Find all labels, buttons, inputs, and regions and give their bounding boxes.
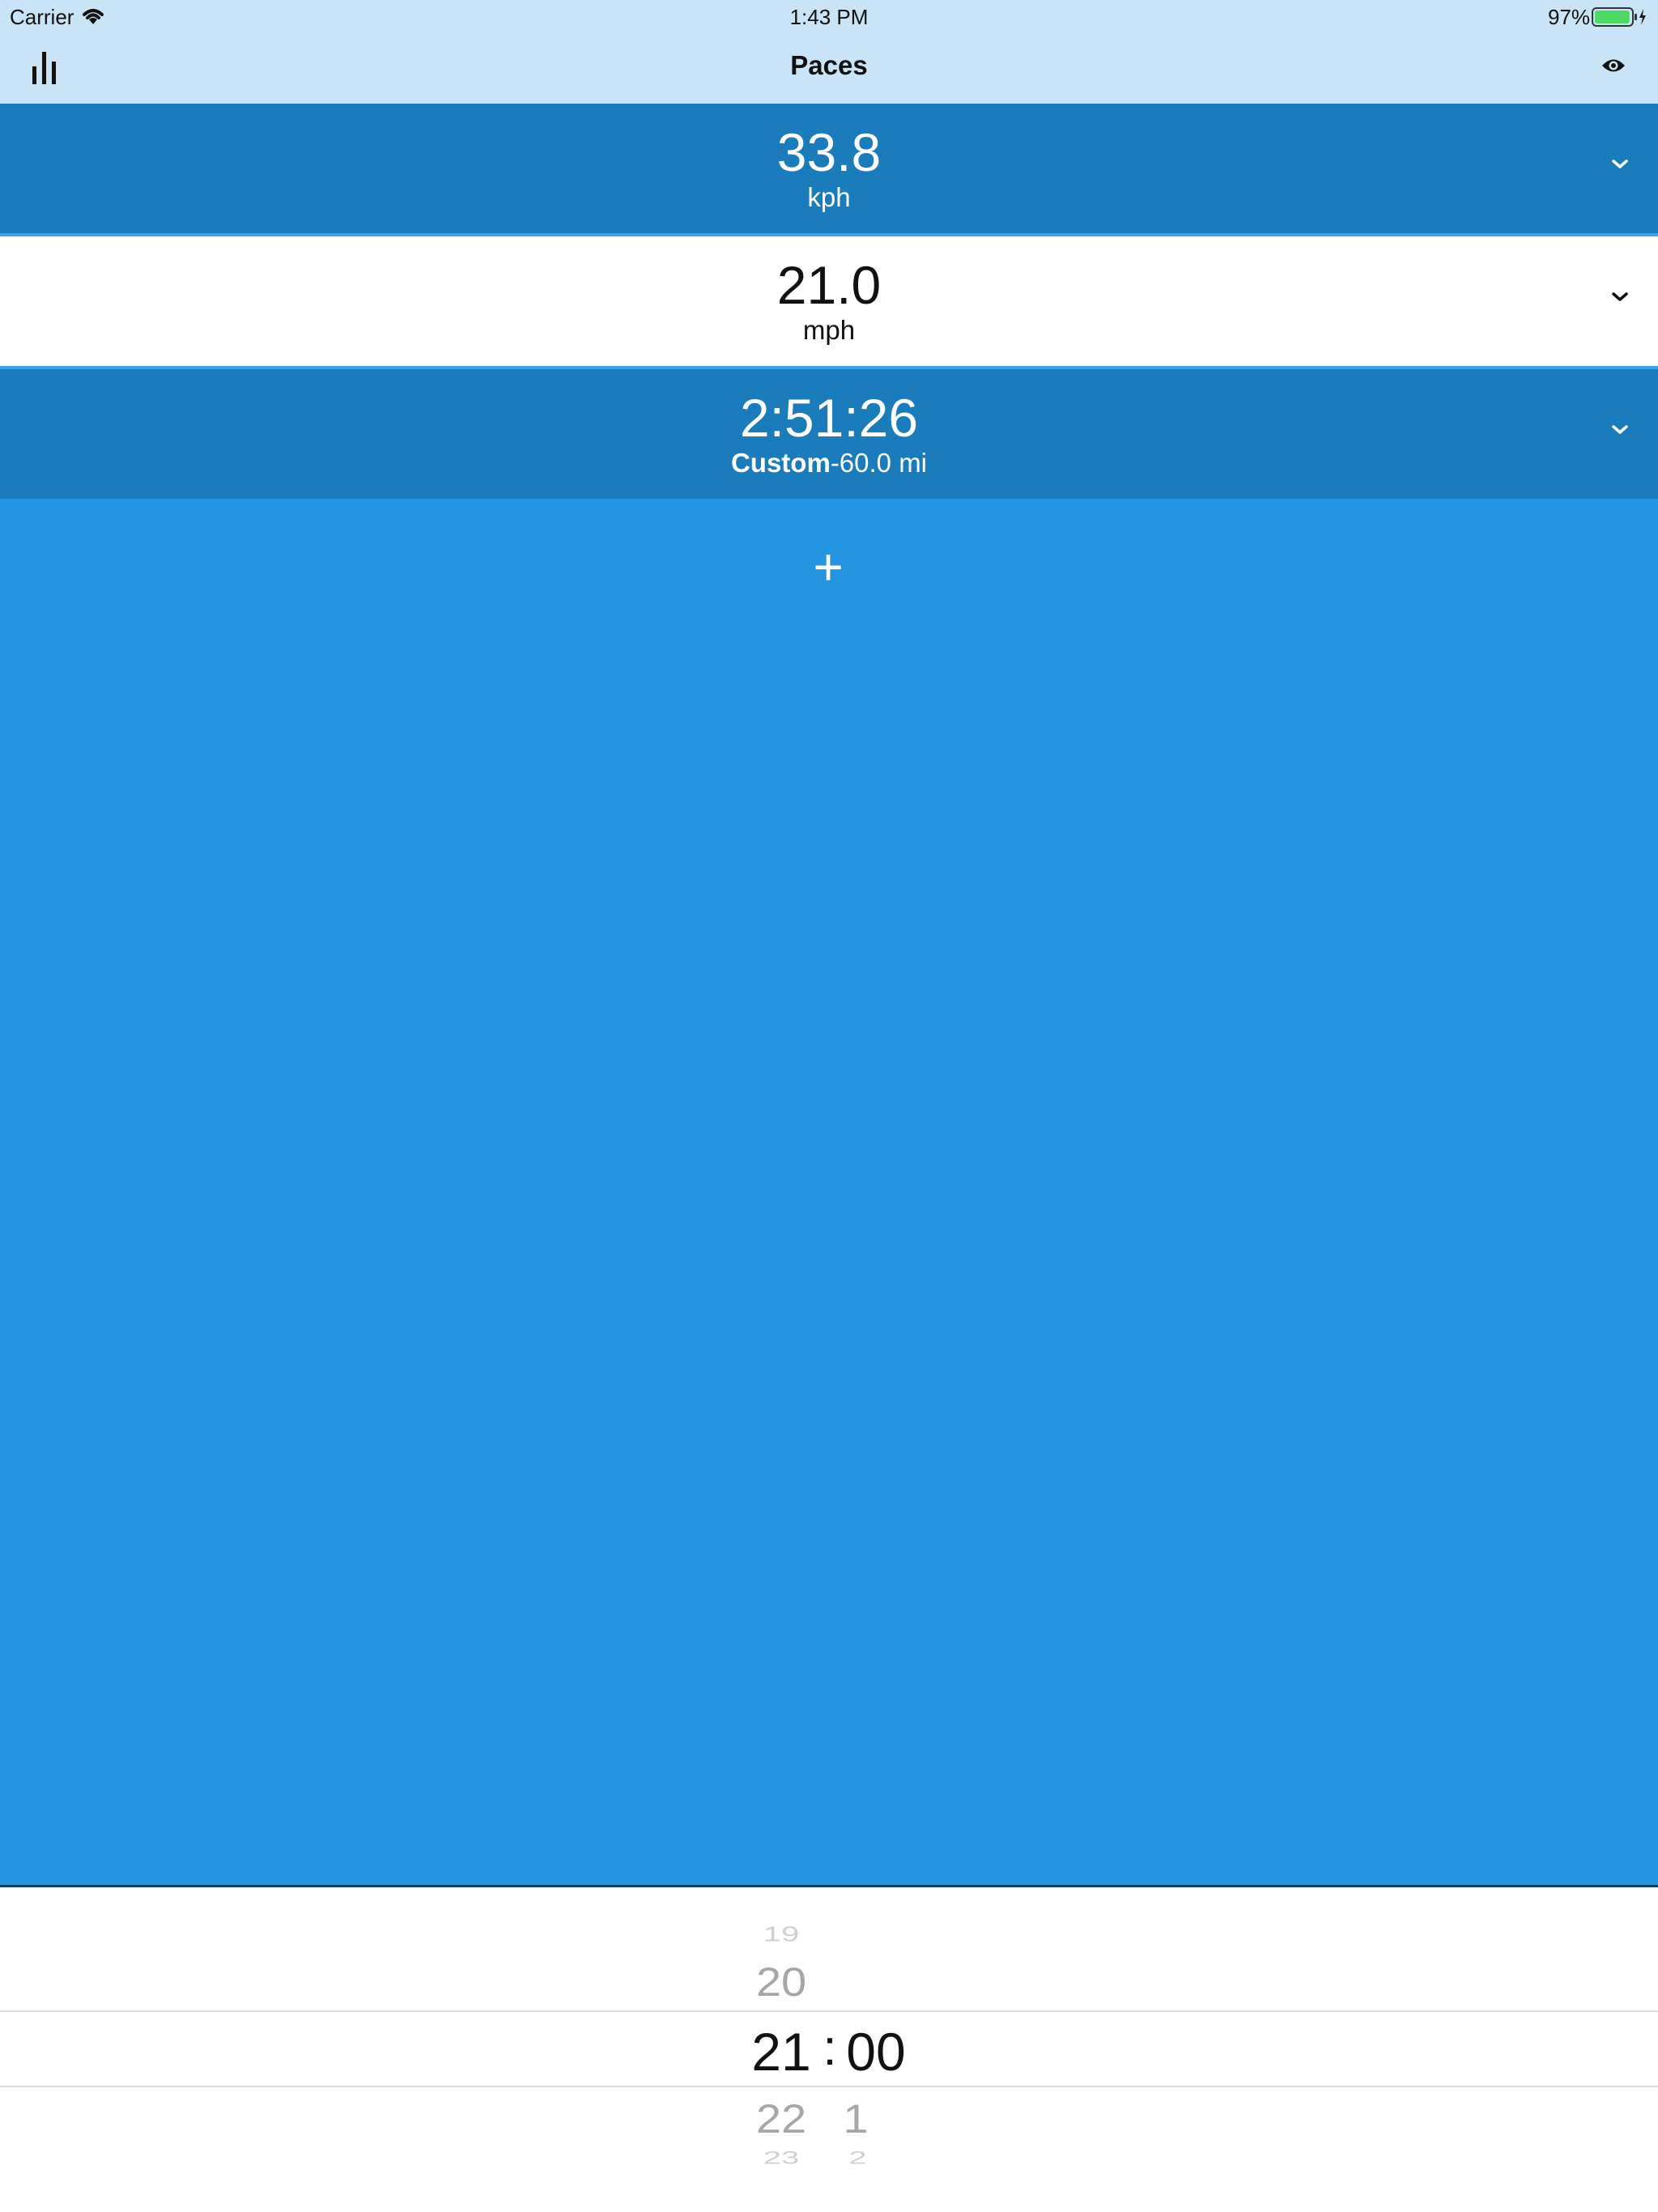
battery-icon: [1592, 7, 1646, 27]
distance-name: Custom: [730, 448, 831, 478]
add-pace-button[interactable]: +: [800, 538, 857, 595]
pace-value: 33.8: [776, 122, 882, 182]
picker-minute-option[interactable]: 2: [827, 2148, 888, 2168]
picker-minute-option[interactable]: 1: [827, 2095, 884, 2142]
picker-hour-option[interactable]: 20: [733, 1958, 830, 2006]
content-area: [0, 499, 1658, 1887]
pace-row-kph[interactable]: 33.8 kph: [0, 104, 1658, 233]
picker-minute-selected[interactable]: 00: [827, 2021, 925, 2082]
page-title: Paces: [790, 50, 868, 80]
eye-icon[interactable]: [1601, 57, 1626, 74]
chevron-down-icon[interactable]: [1608, 418, 1632, 442]
picker-hour-option[interactable]: 23: [733, 2148, 830, 2168]
battery-percent: 97%: [1548, 5, 1591, 29]
chevron-down-icon[interactable]: [1608, 152, 1632, 177]
pace-unit: kph: [807, 182, 851, 212]
time-picker[interactable]: 19 20 21 22 23 : 00 1 2: [0, 1887, 1658, 2212]
picker-hour-option[interactable]: 22: [733, 2095, 830, 2142]
distance-value: -60.0 mi: [830, 448, 928, 478]
clock-label: 1:43 PM: [789, 5, 869, 29]
top-bar: Carrier 1:43 PM 97% Paces: [0, 0, 1658, 104]
pace-value: 21.0: [776, 255, 882, 315]
pace-row-mph[interactable]: 21.0 mph: [0, 236, 1658, 366]
chevron-down-icon[interactable]: [1608, 285, 1632, 309]
picker-selection-top-line: [0, 2010, 1658, 2012]
picker-selection-bottom-line: [0, 2086, 1658, 2087]
pace-unit: mph: [802, 315, 856, 345]
pace-row-custom[interactable]: 2:51:26 Custom-60.0 mi: [0, 369, 1658, 499]
pace-unit: Custom-60.0 mi: [0, 447, 1658, 479]
picker-hour-option[interactable]: 19: [733, 1923, 830, 1946]
pace-value: 2:51:26: [739, 388, 919, 448]
